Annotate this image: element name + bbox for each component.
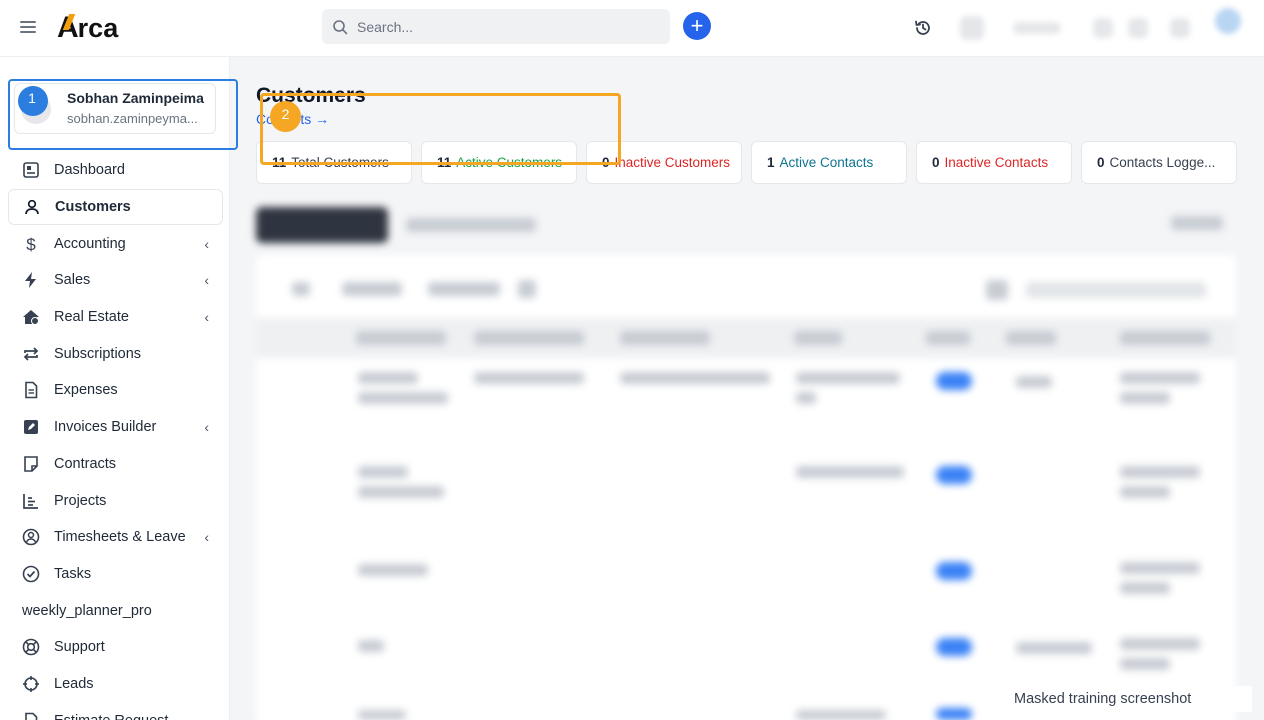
sidebar-nav: Dashboard Customers $ Accounting ‹ Sales ‹ Real… xyxy=(8,152,223,720)
stat-card[interactable]: 0 Contacts Logge... xyxy=(1081,141,1237,184)
sidebar-item-label: Projects xyxy=(54,492,107,509)
annotation-badge-2: 2 xyxy=(270,101,301,132)
stat-label: Active Contacts xyxy=(779,155,874,170)
sidebar-item-estimate-request[interactable]: Estimate Request xyxy=(8,702,223,720)
sidebar-item-timesheets-leave[interactable]: Timesheets & Leave ‹ xyxy=(8,519,223,556)
plus-icon: + xyxy=(690,13,704,38)
history-icon[interactable] xyxy=(913,18,933,38)
chevron-left-icon[interactable]: ‹ xyxy=(204,529,209,545)
edit-icon xyxy=(22,418,40,436)
note-icon xyxy=(22,455,40,473)
sidebar-item-contracts[interactable]: Contracts xyxy=(8,446,223,483)
masked-customers-table xyxy=(256,200,1240,720)
search-icon xyxy=(333,19,348,34)
sidebar-item-label: Contracts xyxy=(54,455,117,472)
sidebar-item-label: Invoices Builder xyxy=(54,419,157,436)
user-icon xyxy=(23,198,41,216)
sidebar-item-dashboard[interactable]: Dashboard xyxy=(8,152,223,189)
sidebar-item-label: Support xyxy=(54,639,105,656)
app-logo[interactable]: Arca xyxy=(57,11,118,44)
annotation-box-2 xyxy=(260,93,621,165)
stat-value: 0 xyxy=(1097,155,1105,170)
stat-label: Inactive Contacts xyxy=(944,155,1049,170)
sidebar: Sobhan Zaminpeima sobhan.zaminpeyma... D… xyxy=(0,57,230,720)
sidebar-item-label: Accounting xyxy=(54,235,126,252)
stat-label: Contacts Logge... xyxy=(1109,155,1216,170)
chart-icon xyxy=(22,492,40,510)
sidebar-item-accounting[interactable]: $ Accounting ‹ xyxy=(8,225,223,262)
sidebar-item-label: Tasks xyxy=(54,565,92,582)
crosshair-icon xyxy=(22,675,40,693)
sidebar-item-tasks[interactable]: Tasks xyxy=(8,556,223,593)
sidebar-item-label: Customers xyxy=(55,199,131,216)
file-icon xyxy=(22,712,40,720)
add-button[interactable]: + xyxy=(683,12,711,40)
hamburger-menu-icon[interactable] xyxy=(20,21,36,33)
svg-text:$: $ xyxy=(26,235,36,253)
stat-card[interactable]: 1 Active Contacts xyxy=(751,141,907,184)
stat-card[interactable]: 0 Inactive Contacts xyxy=(916,141,1072,184)
check-circle-icon xyxy=(22,565,40,583)
sidebar-item-real-estate[interactable]: Real Estate ‹ xyxy=(8,299,223,336)
sidebar-item-invoices-builder[interactable]: Invoices Builder ‹ xyxy=(8,409,223,446)
sidebar-item-label: Expenses xyxy=(54,382,118,399)
file-icon xyxy=(22,381,40,399)
sidebar-item-customers[interactable]: Customers xyxy=(8,188,223,226)
sidebar-item-subscriptions[interactable]: Subscriptions xyxy=(8,335,223,372)
sidebar-item-leads[interactable]: Leads xyxy=(8,666,223,703)
sidebar-item-projects[interactable]: Projects xyxy=(8,482,223,519)
sidebar-item-expenses[interactable]: Expenses xyxy=(8,372,223,409)
stat-value: 1 xyxy=(767,155,775,170)
sidebar-item-support[interactable]: Support xyxy=(8,629,223,666)
chevron-left-icon[interactable]: ‹ xyxy=(204,272,209,288)
chevron-left-icon[interactable]: ‹ xyxy=(204,236,209,252)
dollar-icon: $ xyxy=(22,235,40,253)
lifebuoy-icon xyxy=(22,638,40,656)
stat-value: 0 xyxy=(932,155,940,170)
watermark-label: Masked training screenshot xyxy=(1000,686,1252,712)
search-input[interactable] xyxy=(357,18,647,35)
annotation-badge-1: 1 xyxy=(18,86,48,116)
dashboard-icon xyxy=(22,161,40,179)
repeat-icon xyxy=(22,345,40,363)
sidebar-item-label: Subscriptions xyxy=(54,345,142,362)
sidebar-item-weekly-planner-pro[interactable]: weekly_planner_pro xyxy=(8,592,223,629)
search-box[interactable] xyxy=(322,9,670,44)
masked-top-controls xyxy=(945,0,1264,57)
sidebar-item-label: Leads xyxy=(54,675,94,692)
bolt-icon xyxy=(22,271,40,289)
sidebar-item-label: Sales xyxy=(54,272,91,289)
sidebar-item-label: Timesheets & Leave xyxy=(54,529,186,546)
sidebar-item-label: Real Estate xyxy=(54,309,129,326)
chevron-left-icon[interactable]: ‹ xyxy=(204,419,209,435)
sidebar-item-label: Dashboard xyxy=(54,162,125,179)
sidebar-item-label: Estimate Request xyxy=(54,713,168,720)
chevron-left-icon[interactable]: ‹ xyxy=(204,309,209,325)
stat-label: Inactive Customers xyxy=(614,155,731,170)
user-circle-icon xyxy=(22,528,40,546)
sidebar-item-label: weekly_planner_pro xyxy=(22,602,152,619)
house-icon xyxy=(22,308,40,326)
sidebar-item-sales[interactable]: Sales ‹ xyxy=(8,262,223,299)
top-bar: Arca + xyxy=(0,0,1264,57)
